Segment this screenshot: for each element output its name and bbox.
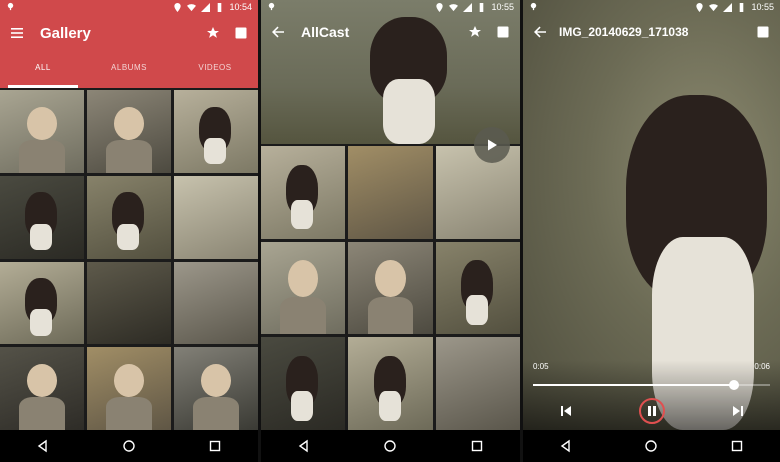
photo-thumbnail[interactable] bbox=[174, 347, 258, 430]
status-bar: 10:55 bbox=[523, 0, 780, 14]
star-icon[interactable] bbox=[466, 23, 484, 41]
skip-next-icon bbox=[732, 406, 743, 416]
battery-icon bbox=[740, 2, 744, 12]
menu-icon[interactable] bbox=[8, 24, 26, 42]
status-bar: 10:54 bbox=[0, 0, 258, 14]
photo-thumbnail[interactable] bbox=[435, 146, 520, 239]
gallery-tabs: ALL ALBUMS VIDEOS bbox=[0, 56, 258, 88]
status-icons: 10:55 bbox=[435, 2, 514, 12]
status-icons: 10:55 bbox=[695, 2, 774, 12]
seek-bar[interactable] bbox=[533, 380, 770, 390]
nav-recents-icon[interactable] bbox=[470, 439, 484, 453]
seek-thumb[interactable] bbox=[729, 380, 740, 390]
skip-previous-button[interactable] bbox=[554, 399, 578, 423]
file-title: IMG_20140629_171038 bbox=[559, 25, 689, 39]
nav-bar bbox=[523, 430, 780, 462]
page-title: AllCast bbox=[301, 24, 350, 40]
photo-thumbnail[interactable] bbox=[0, 175, 84, 259]
notification-icon bbox=[267, 2, 276, 13]
player-controls: 0:05 0:06 bbox=[523, 360, 780, 430]
photo-thumbnail[interactable] bbox=[435, 337, 520, 430]
nav-home-icon[interactable] bbox=[383, 439, 397, 453]
photo-thumbnail[interactable] bbox=[87, 347, 171, 430]
cast-icon[interactable] bbox=[754, 23, 772, 41]
photo-thumbnail[interactable] bbox=[261, 146, 346, 239]
signal-icon bbox=[723, 2, 733, 12]
wifi-icon bbox=[449, 3, 459, 11]
status-bar: 10:55 bbox=[261, 0, 520, 14]
star-icon[interactable] bbox=[204, 24, 222, 42]
gallery-toolbar: Gallery bbox=[0, 14, 258, 52]
photo-thumbnail[interactable] bbox=[0, 347, 84, 430]
photo-thumbnail[interactable] bbox=[87, 261, 171, 345]
back-arrow-icon[interactable] bbox=[269, 23, 287, 41]
battery-icon bbox=[218, 2, 222, 12]
status-time: 10:55 bbox=[491, 2, 514, 12]
location-icon bbox=[174, 2, 182, 12]
photo-grid bbox=[0, 90, 258, 430]
photo-thumbnail[interactable] bbox=[174, 261, 258, 345]
wifi-icon bbox=[187, 3, 197, 11]
player-screen: 10:55 IMG_20140629_171038 0:05 0:06 bbox=[523, 0, 780, 462]
photo-thumbnail[interactable] bbox=[174, 175, 258, 259]
pause-icon bbox=[647, 406, 656, 416]
photo-thumbnail[interactable] bbox=[348, 146, 433, 239]
skip-previous-icon bbox=[560, 406, 571, 416]
photo-thumbnail[interactable] bbox=[261, 337, 346, 430]
status-time: 10:54 bbox=[229, 2, 252, 12]
nav-bar bbox=[0, 430, 258, 462]
play-fab-button[interactable] bbox=[474, 127, 510, 163]
status-icons: 10:54 bbox=[173, 2, 252, 12]
photo-thumbnail[interactable] bbox=[261, 241, 346, 335]
photo-thumbnail[interactable] bbox=[87, 175, 171, 259]
seek-progress bbox=[533, 384, 735, 386]
back-arrow-icon[interactable] bbox=[531, 23, 549, 41]
photo-thumbnail[interactable] bbox=[0, 261, 84, 345]
tab-albums[interactable]: ALBUMS bbox=[86, 56, 172, 88]
photo-thumbnail[interactable] bbox=[435, 241, 520, 335]
nav-back-icon[interactable] bbox=[297, 439, 311, 453]
tab-all[interactable]: ALL bbox=[0, 56, 86, 88]
allcast-screen: 10:55 AllCast bbox=[261, 0, 520, 462]
notification-icon bbox=[529, 2, 538, 13]
wifi-icon bbox=[709, 3, 719, 11]
nav-back-icon[interactable] bbox=[36, 439, 50, 453]
signal-icon bbox=[201, 2, 211, 12]
nav-back-icon[interactable] bbox=[559, 439, 573, 453]
nav-home-icon[interactable] bbox=[122, 439, 136, 453]
playback-buttons bbox=[523, 398, 780, 424]
photo-thumbnail[interactable] bbox=[348, 241, 433, 335]
photo-thumbnail[interactable] bbox=[0, 90, 84, 173]
nav-home-icon[interactable] bbox=[644, 439, 658, 453]
photo-thumbnail[interactable] bbox=[87, 90, 171, 173]
photo-grid bbox=[261, 146, 520, 430]
current-time: 0:05 bbox=[533, 362, 549, 371]
location-icon bbox=[436, 2, 444, 12]
skip-next-button[interactable] bbox=[726, 399, 750, 423]
signal-icon bbox=[463, 2, 473, 12]
allcast-toolbar: AllCast bbox=[261, 14, 520, 50]
battery-icon bbox=[480, 2, 484, 12]
page-title: Gallery bbox=[40, 24, 91, 42]
pause-button[interactable] bbox=[638, 398, 665, 424]
status-time: 10:55 bbox=[751, 2, 774, 12]
total-time: 0:06 bbox=[754, 362, 770, 371]
nav-recents-icon[interactable] bbox=[730, 439, 744, 453]
photo-thumbnail[interactable] bbox=[174, 90, 258, 173]
cast-icon[interactable] bbox=[232, 24, 250, 42]
player-toolbar: IMG_20140629_171038 bbox=[523, 14, 780, 50]
screens-container: 10:54 Gallery ALL ALBUMS VIDEOS 10:55 Al… bbox=[0, 0, 780, 462]
cast-icon[interactable] bbox=[494, 23, 512, 41]
nav-bar bbox=[261, 430, 520, 462]
notification-icon bbox=[6, 2, 15, 13]
nav-recents-icon[interactable] bbox=[208, 439, 222, 453]
location-icon bbox=[696, 2, 704, 12]
photo-thumbnail[interactable] bbox=[348, 337, 433, 430]
tab-videos[interactable]: VIDEOS bbox=[172, 56, 258, 88]
gallery-screen: 10:54 Gallery ALL ALBUMS VIDEOS bbox=[0, 0, 258, 462]
play-icon bbox=[488, 139, 497, 151]
